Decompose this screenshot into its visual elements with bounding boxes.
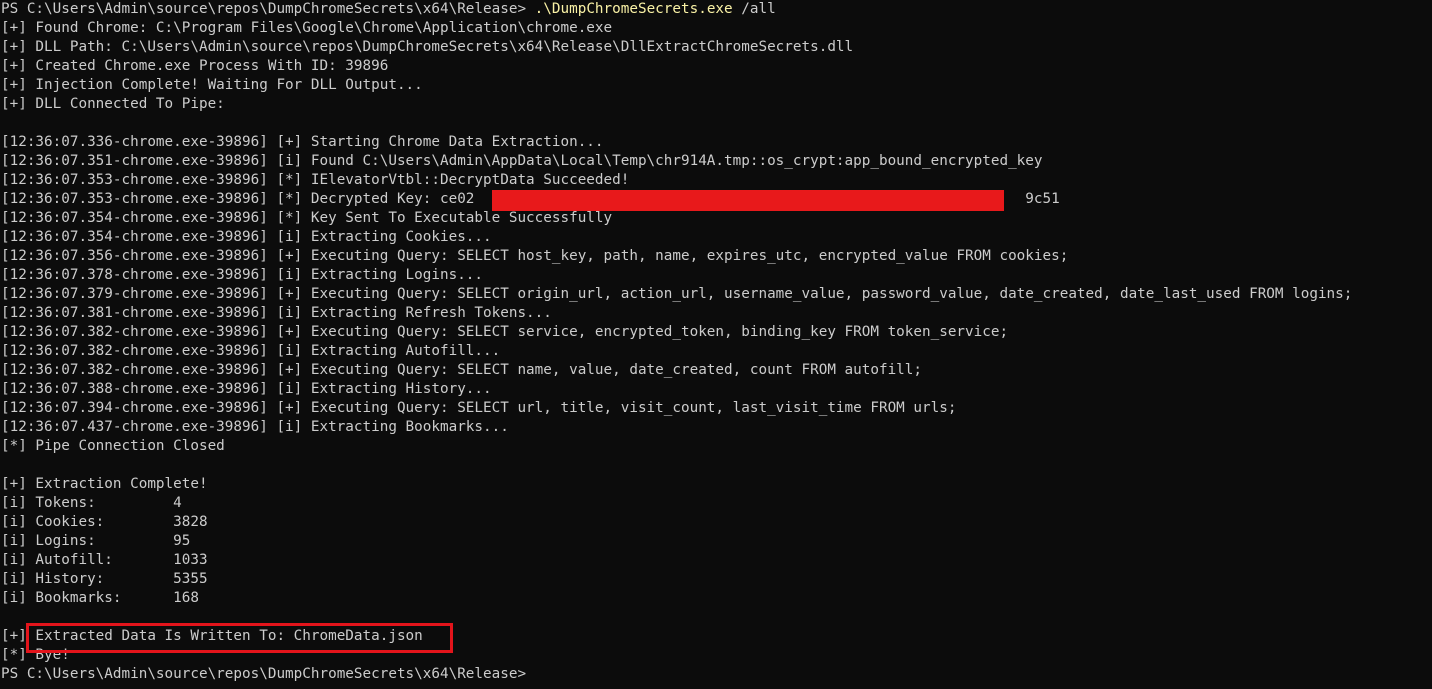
output-file-line: [+] Extracted Data Is Written To: Chrome… <box>1 628 423 644</box>
final-prompt: PS C:\Users\Admin\source\repos\DumpChrom… <box>1 666 527 682</box>
stat-line: [i] Cookies: 3828 <box>1 514 208 530</box>
output-line: [*] Pipe Connection Closed <box>1 438 225 454</box>
stat-line: [i] Logins: 95 <box>1 533 191 549</box>
output-line: [12:36:07.381-chrome.exe-39896] [i] Extr… <box>1 305 552 321</box>
output-line: [12:36:07.382-chrome.exe-39896] [+] Exec… <box>1 362 922 378</box>
output-line: [+] Injection Complete! Waiting For DLL … <box>1 77 423 93</box>
prompt: PS C:\Users\Admin\source\repos\DumpChrom… <box>1 1 535 17</box>
stat-line: [i] History: 5355 <box>1 571 208 587</box>
output-line: [+] DLL Path: C:\Users\Admin\source\repo… <box>1 39 854 55</box>
command-argument: /all <box>732 1 776 17</box>
command: .\DumpChromeSecrets.exe <box>534 1 733 17</box>
decrypted-key-line: [12:36:07.353-chrome.exe-39896] [*] Decr… <box>1 190 1432 211</box>
stat-line: [i] Autofill: 1033 <box>1 552 208 568</box>
output-line: [12:36:07.354-chrome.exe-39896] [i] Extr… <box>1 229 492 245</box>
output-line: [12:36:07.351-chrome.exe-39896] [i] Foun… <box>1 153 1043 169</box>
output-line: [+] Extraction Complete! <box>1 476 208 492</box>
output-line: [+] Found Chrome: C:\Program Files\Googl… <box>1 20 613 36</box>
stat-line: [i] Tokens: 4 <box>1 495 182 511</box>
output-line: [12:36:07.437-chrome.exe-39896] [i] Extr… <box>1 419 509 435</box>
output-line: [12:36:07.379-chrome.exe-39896] [+] Exec… <box>1 286 1353 302</box>
output-line: [12:36:07.356-chrome.exe-39896] [+] Exec… <box>1 248 1069 264</box>
output-line: [12:36:07.336-chrome.exe-39896] [+] Star… <box>1 134 604 150</box>
stat-line: [i] Bookmarks: 168 <box>1 590 199 606</box>
output-line: [12:36:07.353-chrome.exe-39896] [*] IEle… <box>1 172 630 188</box>
output-line: [12:36:07.394-chrome.exe-39896] [+] Exec… <box>1 400 957 416</box>
output-line: [+] DLL Connected To Pipe: <box>1 96 225 112</box>
output-line: [12:36:07.388-chrome.exe-39896] [i] Extr… <box>1 381 492 397</box>
terminal-output[interactable]: PS C:\Users\Admin\source\repos\DumpChrom… <box>1 0 1432 689</box>
output-line: [12:36:07.382-chrome.exe-39896] [i] Extr… <box>1 343 501 359</box>
command-line: PS C:\Users\Admin\source\repos\DumpChrom… <box>1 0 1432 19</box>
output-line: [+] Created Chrome.exe Process With ID: … <box>1 58 389 74</box>
output-line: [12:36:07.354-chrome.exe-39896] [*] Key … <box>1 210 613 226</box>
output-line: [12:36:07.382-chrome.exe-39896] [+] Exec… <box>1 324 1009 340</box>
redaction-bar <box>492 190 1004 211</box>
output-line: [*] Bye! <box>1 647 70 663</box>
output-line: [12:36:07.378-chrome.exe-39896] [i] Extr… <box>1 267 484 283</box>
